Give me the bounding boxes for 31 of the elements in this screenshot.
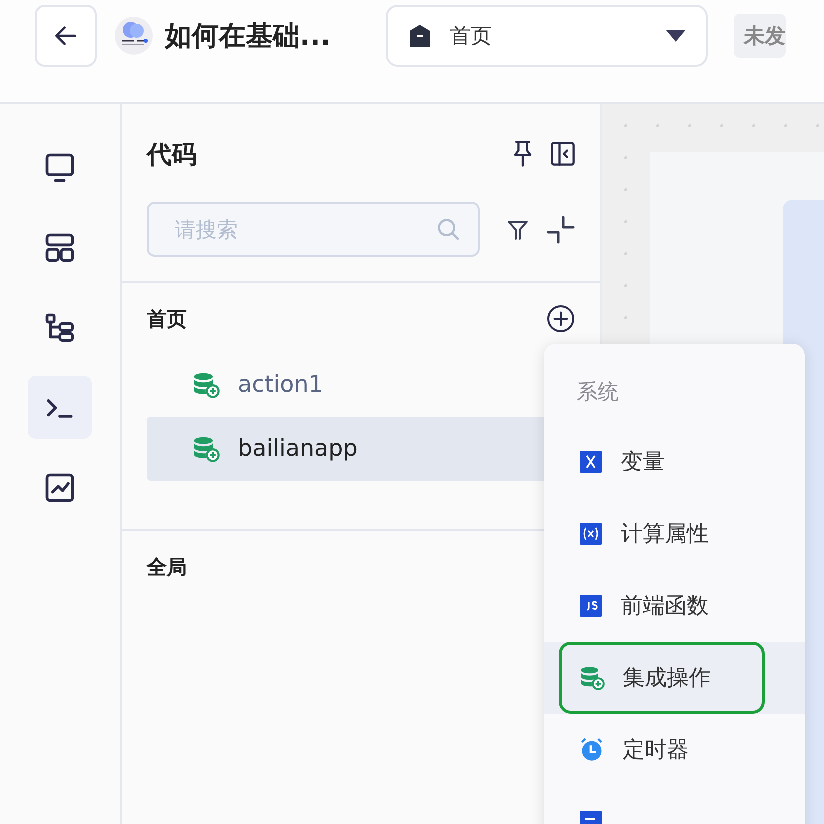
app-logo-icon: [115, 17, 153, 55]
search-icon: [436, 216, 462, 242]
panel-title: 代码: [147, 138, 198, 170]
menu-group-title: 系统: [576, 379, 620, 406]
page-select[interactable]: 首页: [386, 5, 708, 67]
database-plus-icon: [192, 435, 220, 463]
database-plus-icon: [579, 665, 605, 691]
back-button[interactable]: [35, 5, 97, 67]
alarm-clock-icon: [579, 737, 605, 763]
menu-item[interactable]: 计算属性: [544, 498, 805, 570]
function-icon: [579, 522, 603, 546]
add-circle-icon[interactable]: [546, 304, 576, 334]
collapse-panel-button[interactable]: [550, 141, 576, 167]
section-title: 全局: [147, 554, 187, 580]
sidebar-collapse-icon: [550, 141, 576, 167]
js-icon: [579, 594, 603, 618]
app-title: 如何在基础...: [165, 20, 331, 54]
caret-icon: [666, 30, 686, 42]
variable-icon: [579, 450, 603, 474]
collapse-all-button[interactable]: [546, 214, 576, 244]
menu-item[interactable]: 定时器: [544, 714, 805, 786]
search-input[interactable]: 请搜索: [173, 216, 436, 242]
menu-item[interactable]: 集成操作: [544, 642, 805, 714]
rail-button[interactable]: [28, 376, 92, 439]
status-badge: 未发: [734, 14, 786, 58]
page-icon: [408, 23, 432, 49]
database-plus-icon: [192, 371, 220, 399]
collapse-icon: [546, 214, 576, 244]
menu-item[interactable]: 前端函数: [544, 570, 805, 642]
section-title: 首页: [147, 306, 187, 332]
search-field[interactable]: 请搜索: [147, 202, 480, 257]
